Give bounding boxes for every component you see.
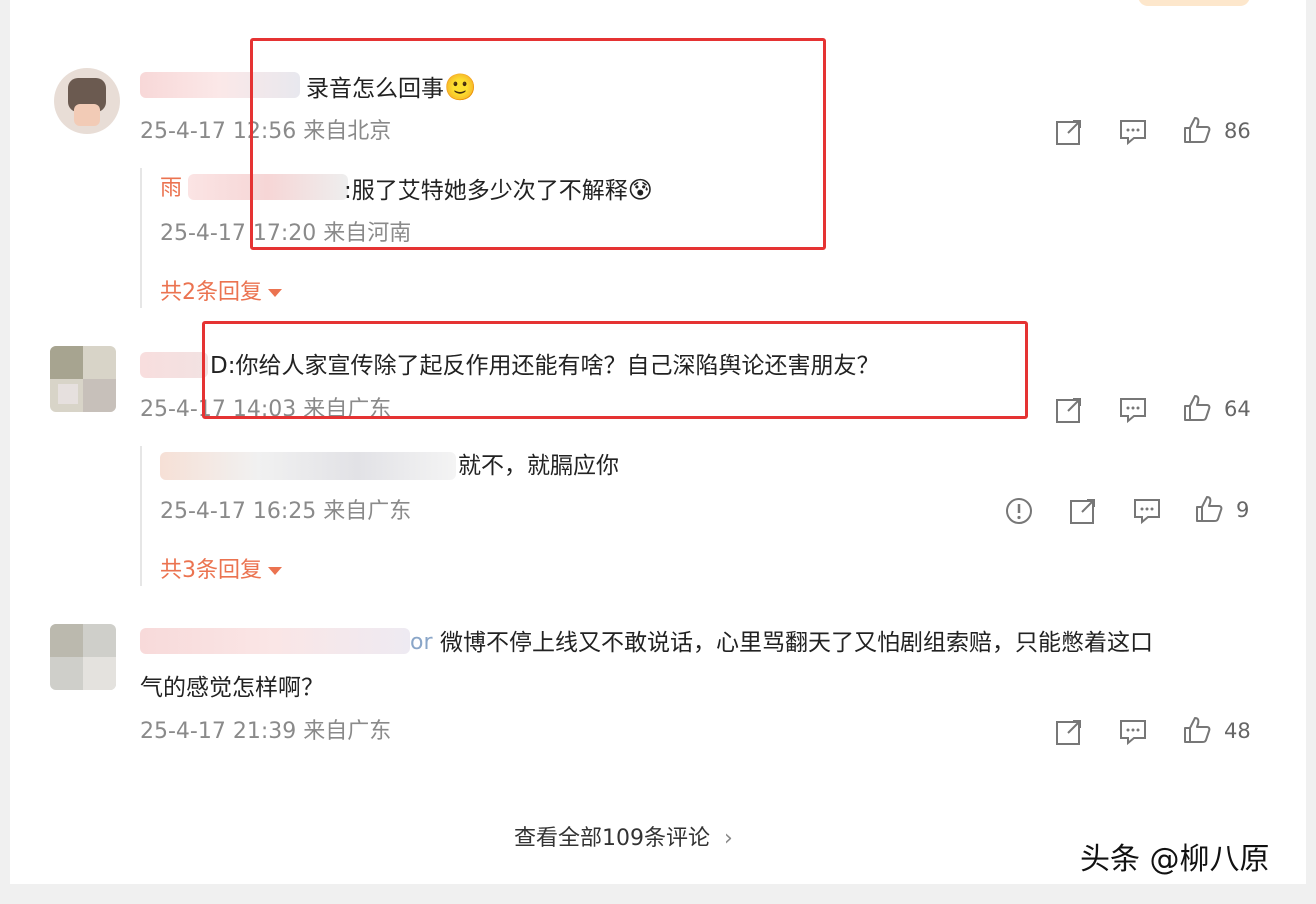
username-blurred[interactable] bbox=[140, 628, 410, 654]
like-icon[interactable] bbox=[1182, 393, 1212, 423]
share-icon[interactable] bbox=[1054, 717, 1084, 747]
comment-icon[interactable] bbox=[1118, 117, 1148, 147]
reply-thread-line bbox=[140, 168, 142, 308]
avatar[interactable] bbox=[50, 624, 116, 690]
reply-text: 就不，就膈应你 bbox=[458, 453, 619, 479]
view-all-comments-link[interactable]: 查看全部109条评论 › bbox=[514, 824, 733, 854]
chevron-right-icon: › bbox=[724, 826, 733, 851]
highlight-box bbox=[250, 38, 826, 250]
like-count: 48 bbox=[1224, 719, 1251, 743]
more-replies-link[interactable]: 共2条回复 bbox=[160, 278, 282, 308]
comment-icon[interactable] bbox=[1118, 395, 1148, 425]
caret-down-icon bbox=[268, 567, 282, 575]
more-replies-link[interactable]: 共3条回复 bbox=[160, 556, 282, 586]
reply-username[interactable]: 雨 bbox=[160, 174, 182, 204]
watermark: 头条 @柳八原 bbox=[1080, 842, 1270, 877]
like-count: 9 bbox=[1236, 498, 1250, 522]
username-tail[interactable]: or bbox=[410, 628, 433, 658]
comment-panel: 录音怎么回事🙂 25-4-17 12:56 来自北京 86 雨 :服了艾特她多少… bbox=[10, 0, 1306, 884]
comment-icon[interactable] bbox=[1118, 717, 1148, 747]
report-icon[interactable] bbox=[1004, 496, 1034, 526]
username-blurred[interactable] bbox=[140, 352, 208, 378]
like-count: 86 bbox=[1224, 119, 1251, 143]
share-icon[interactable] bbox=[1068, 496, 1098, 526]
comment-text-line1: 微博不停上线又不敢说话，心里骂翻天了又怕剧组索赔，只能憋着这口 bbox=[440, 630, 1153, 656]
more-replies-label: 共3条回复 bbox=[160, 558, 262, 583]
share-icon[interactable] bbox=[1054, 117, 1084, 147]
view-all-label: 查看全部109条评论 bbox=[514, 826, 710, 851]
caret-down-icon bbox=[268, 289, 282, 297]
like-icon[interactable] bbox=[1182, 115, 1212, 145]
reply-thread-line bbox=[140, 446, 142, 586]
comment-text-line2: 气的感觉怎样啊？ bbox=[140, 675, 324, 701]
like-icon[interactable] bbox=[1182, 715, 1212, 745]
more-replies-label: 共2条回复 bbox=[160, 280, 262, 305]
reply-username-blurred[interactable] bbox=[160, 452, 456, 480]
share-icon[interactable] bbox=[1054, 395, 1084, 425]
avatar[interactable] bbox=[50, 346, 116, 412]
top-button-fragment[interactable] bbox=[1138, 0, 1250, 6]
highlight-box bbox=[202, 321, 1028, 419]
reply-meta: 25-4-17 16:25 来自广东 bbox=[160, 499, 412, 524]
comment-meta: 25-4-17 21:39 来自广东 bbox=[140, 719, 392, 744]
like-count: 64 bbox=[1224, 397, 1251, 421]
avatar[interactable] bbox=[54, 68, 120, 134]
like-icon[interactable] bbox=[1194, 494, 1224, 524]
comment-icon[interactable] bbox=[1132, 496, 1162, 526]
